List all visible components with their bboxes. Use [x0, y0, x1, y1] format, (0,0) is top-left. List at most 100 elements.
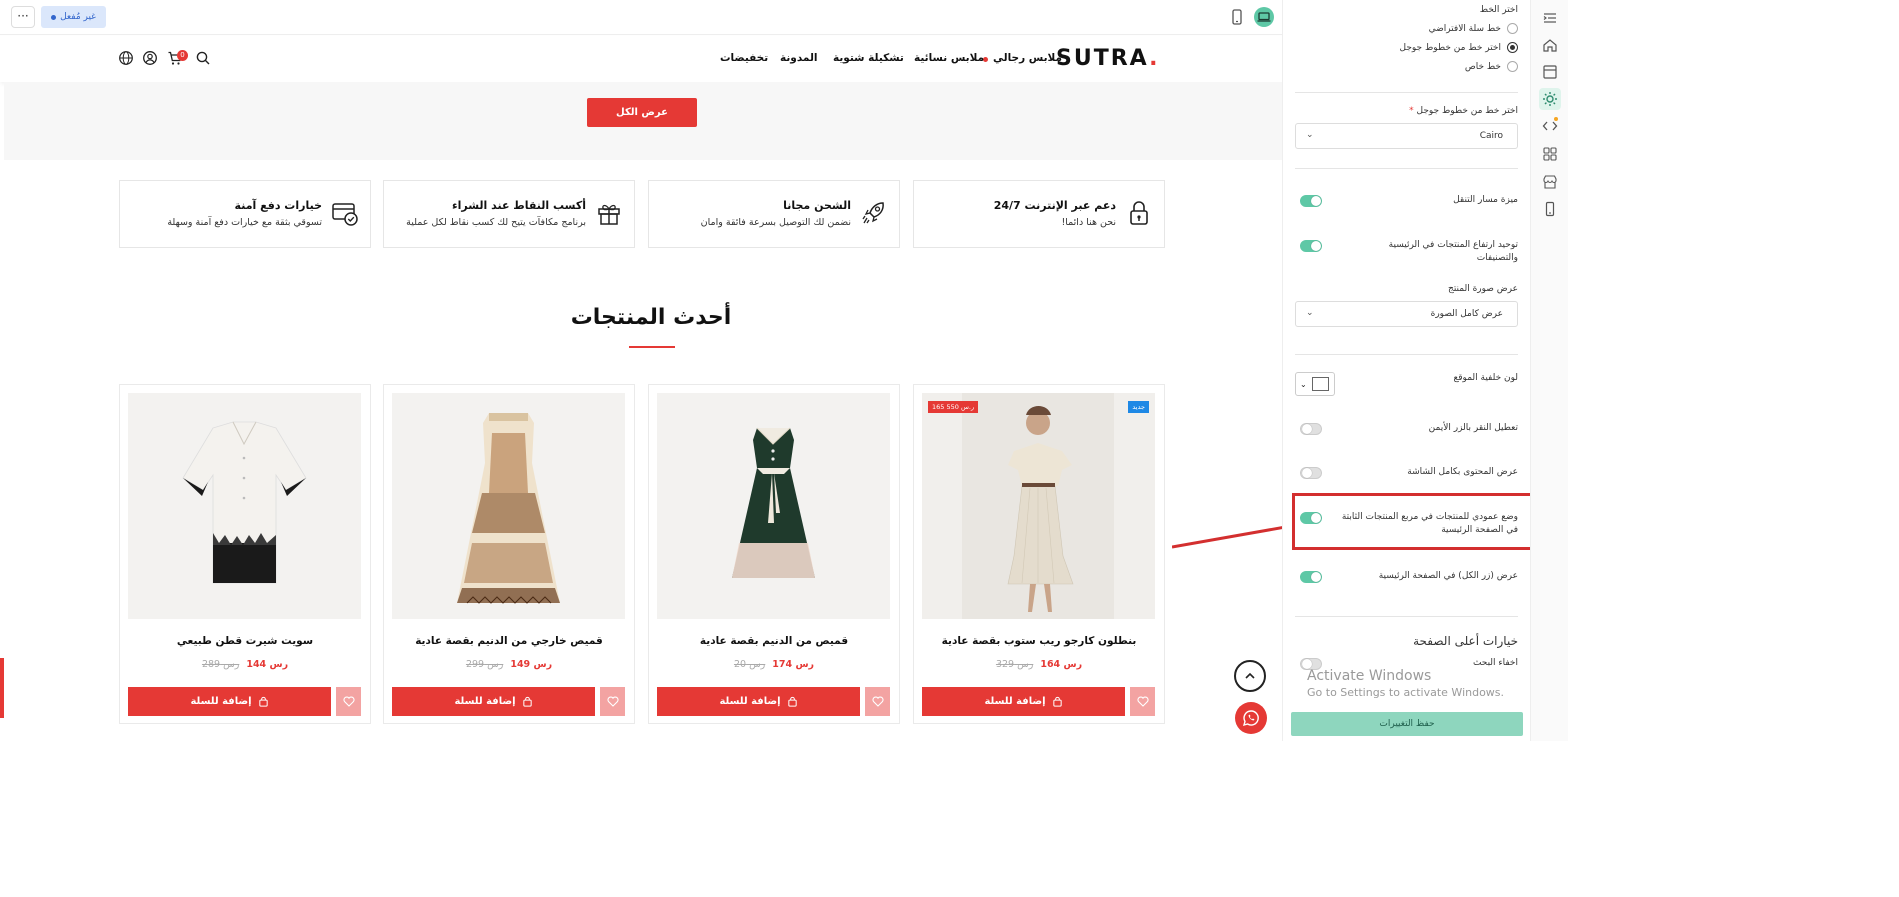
secure-card-icon — [332, 203, 358, 226]
feature-title: أكسب النقاط عند الشراء — [451, 199, 586, 212]
wishlist-button[interactable] — [336, 687, 361, 716]
price-original: 289 — [201, 659, 221, 670]
nav-item-sale[interactable]: تخفيضات — [720, 52, 768, 64]
settings-panel: اختر الخط خط سلة الافتراضي اختر خط من خط… — [1282, 0, 1530, 741]
product-image[interactable] — [392, 393, 625, 619]
top-options-heading: خيارات أعلى الصفحة — [1413, 634, 1518, 648]
product-card[interactable]: قميص من الدنيم بقصة عادية رس 174 رس 20 إ… — [648, 384, 900, 724]
feature-subtitle: نحن هنا دائما! — [1061, 217, 1116, 228]
product-card[interactable]: سويت شيرت قطن طبيعي رس 144 رس 289 إضافة … — [119, 384, 371, 724]
vertical-mode-toggle[interactable] — [1300, 512, 1322, 524]
heart-icon — [1136, 696, 1149, 707]
accent-edge — [0, 658, 4, 718]
riyal-symbol-icon: رس — [530, 659, 553, 670]
feature-payment: خيارات دفع آمنة تسوقي بثقة مع خيارات دفع… — [119, 180, 371, 248]
settings-tab[interactable] — [1539, 88, 1561, 110]
add-to-cart-button[interactable]: إضافة للسلة — [392, 687, 595, 716]
add-to-cart-button[interactable]: إضافة للسلة — [922, 687, 1125, 716]
unify-height-toggle[interactable] — [1300, 240, 1322, 252]
font-label: اختر الخط — [1479, 5, 1518, 15]
windows-watermark: Activate Windows Go to Settings to activ… — [1307, 668, 1505, 699]
font-option-custom[interactable]: خط خاص — [1465, 61, 1518, 72]
product-name[interactable]: سويت شيرت قطن طبيعي — [120, 635, 370, 647]
feature-subtitle: برنامج مكافآت يتيح لك كسب نقاط لكل عملية — [406, 217, 586, 228]
product-price: رس 144 رس 289 — [120, 659, 370, 670]
view-all-button[interactable]: عرض الكل — [587, 98, 697, 127]
store-icon[interactable] — [1542, 174, 1558, 190]
save-changes-button[interactable]: حفظ التغييرات — [1291, 712, 1523, 736]
add-to-cart-label: إضافة للسلة — [190, 696, 252, 707]
add-to-cart-button[interactable]: إضافة للسلة — [657, 687, 860, 716]
price-current: 144 — [246, 659, 267, 670]
radio-label: خط سلة الافتراضي — [1428, 23, 1501, 34]
add-to-cart-button[interactable]: إضافة للسلة — [128, 687, 331, 716]
unify-height-toggle-label: توحيد ارتفاع المنتجات في الرئيسية والتصن… — [1388, 240, 1518, 263]
product-image[interactable] — [128, 393, 361, 619]
site-logo[interactable]: SUTRA. — [1056, 46, 1159, 71]
google-font-select[interactable]: Cairo ⌄ — [1295, 123, 1518, 149]
apps-grid-icon[interactable] — [1542, 146, 1558, 162]
mobile-icon[interactable] — [1542, 201, 1558, 217]
radio-button[interactable] — [1507, 42, 1518, 53]
bag-icon — [258, 696, 268, 707]
status-badge[interactable]: غير مُفعل — [41, 6, 106, 28]
more-options-button[interactable]: ··· — [11, 6, 35, 28]
divider — [1295, 616, 1518, 617]
desktop-preview-icon[interactable] — [1254, 7, 1274, 27]
product-card[interactable]: قميص خارجي من الدنيم بقصة عادية رس 149 ر… — [383, 384, 635, 724]
full-width-toggle[interactable] — [1300, 467, 1322, 479]
home-icon[interactable] — [1542, 37, 1558, 53]
language-globe-icon[interactable] — [118, 50, 134, 66]
latest-products-heading: أحدث المنتجات — [570, 305, 732, 330]
wishlist-button[interactable] — [600, 687, 625, 716]
collapse-panel-icon[interactable] — [1542, 10, 1558, 26]
breadcrumb-toggle[interactable] — [1300, 195, 1322, 207]
show-all-toggle-label: عرض (زر الكل) في الصفحة الرئيسية — [1378, 571, 1518, 581]
font-option-default[interactable]: خط سلة الافتراضي — [1429, 23, 1518, 34]
radio-button[interactable] — [1507, 23, 1518, 34]
product-price: رس 149 رس 299 — [384, 659, 634, 670]
cart-count-badge: 0 — [177, 50, 188, 61]
scroll-to-top-button[interactable] — [1234, 660, 1266, 692]
font-option-google[interactable]: اختر خط من خطوط جوجل — [1400, 42, 1518, 53]
account-icon[interactable] — [142, 50, 158, 66]
breadcrumb-toggle-label: ميزة مسار التنقل — [1453, 195, 1518, 205]
product-image[interactable] — [657, 393, 890, 619]
layout-icon[interactable] — [1542, 64, 1558, 80]
divider — [1295, 168, 1518, 169]
whatsapp-button[interactable] — [1235, 702, 1267, 734]
price-current: 164 — [1040, 659, 1061, 670]
nav-item-women[interactable]: ملابس نسائية — [914, 52, 984, 64]
radio-button[interactable] — [1507, 61, 1518, 72]
search-icon[interactable] — [195, 50, 211, 66]
heading-underline — [629, 346, 675, 348]
show-all-toggle[interactable] — [1300, 571, 1322, 583]
image-display-select[interactable]: عرض كامل الصورة ⌄ — [1295, 301, 1518, 327]
mobile-preview-icon[interactable] — [1227, 7, 1247, 27]
riyal-symbol-icon: رس — [1060, 659, 1083, 670]
color-swatch — [1311, 377, 1329, 391]
product-image[interactable]: 165 ر.س 550 جديد — [922, 393, 1155, 619]
nav-item-men[interactable]: ملابس رجالي — [993, 52, 1062, 64]
code-icon[interactable] — [1542, 118, 1558, 134]
wishlist-button[interactable] — [865, 687, 890, 716]
product-card[interactable]: 165 ر.س 550 جديد بنطلون كارجو ريب ستوب ب… — [913, 384, 1165, 724]
add-to-cart-label: إضافة للسلة — [984, 696, 1046, 707]
editor-side-rail — [1530, 0, 1568, 741]
bg-color-picker[interactable]: ⌄ — [1295, 372, 1335, 396]
product-name[interactable]: بنطلون كارجو ريب ستوب بقصة عادية — [914, 635, 1164, 647]
heart-icon — [871, 696, 884, 707]
nav-item-winter[interactable]: تشكيلة شتوية — [833, 52, 904, 64]
google-font-label: اختر خط من خطوط جوجل * — [1409, 106, 1518, 116]
nav-item-blog[interactable]: المدونة — [780, 52, 817, 64]
wishlist-button[interactable] — [1130, 687, 1155, 716]
feature-points: أكسب النقاط عند الشراء برنامج مكافآت يتي… — [383, 180, 635, 248]
right-click-toggle[interactable] — [1300, 423, 1322, 435]
product-name[interactable]: قميص خارجي من الدنيم بقصة عادية — [384, 635, 634, 647]
price-current: 149 — [510, 659, 531, 670]
riyal-symbol-icon: رس — [484, 659, 504, 670]
vertical-mode-toggle-label: وضع عمودي للمنتجات في مربع المنتجات الثا… — [1341, 512, 1518, 535]
feature-subtitle: نضمن لك التوصيل بسرعة فائقة وامان — [700, 217, 851, 228]
product-name[interactable]: قميص من الدنيم بقصة عادية — [649, 635, 899, 647]
riyal-symbol-icon: رس — [266, 659, 289, 670]
